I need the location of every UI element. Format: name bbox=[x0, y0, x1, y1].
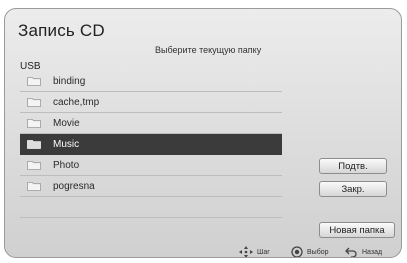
ok-button-icon bbox=[291, 246, 303, 257]
dialog-subtitle: Выберите текущую папку bbox=[155, 45, 262, 55]
folder-item-photo[interactable]: Photo bbox=[20, 155, 282, 176]
folder-label: binding bbox=[53, 75, 86, 87]
screen: Запись CD Выберите текущую папку USB bin… bbox=[0, 0, 407, 263]
folder-list: binding cache,tmp Movie Music Photo pogr… bbox=[20, 71, 282, 218]
confirm-button[interactable]: Подтв. bbox=[319, 158, 387, 174]
folder-label: pogresna bbox=[53, 180, 95, 192]
new-folder-button[interactable]: Новая папка bbox=[319, 222, 395, 238]
footer-step: Шаг bbox=[239, 245, 270, 257]
folder-icon bbox=[27, 118, 41, 128]
footer-back: Назад bbox=[345, 245, 383, 257]
folder-icon bbox=[27, 160, 41, 170]
folder-label: cache,tmp bbox=[53, 96, 100, 108]
folder-icon bbox=[27, 76, 41, 86]
folder-icon bbox=[27, 181, 41, 191]
folder-label: Music bbox=[53, 138, 80, 150]
folder-label: Movie bbox=[53, 117, 80, 129]
list-divider bbox=[20, 197, 282, 218]
folder-label: Photo bbox=[53, 159, 80, 171]
cd-write-dialog: Запись CD Выберите текущую папку USB bin… bbox=[4, 8, 402, 258]
folder-item-cache-tmp[interactable]: cache,tmp bbox=[20, 92, 282, 113]
footer-step-label: Шаг bbox=[257, 248, 270, 256]
folder-item-binding[interactable]: binding bbox=[20, 71, 282, 92]
folder-item-movie[interactable]: Movie bbox=[20, 113, 282, 134]
footer-select-label: Выбор bbox=[307, 248, 329, 256]
close-button[interactable]: Закр. bbox=[319, 181, 387, 197]
dpad-arrows-icon bbox=[239, 246, 253, 257]
footer-back-label: Назад bbox=[362, 248, 383, 256]
dialog-title: Запись CD bbox=[18, 21, 105, 40]
folder-item-music[interactable]: Music bbox=[20, 134, 282, 155]
folder-item-pogresna[interactable]: pogresna bbox=[20, 176, 282, 197]
folder-icon bbox=[27, 139, 41, 149]
footer-select: Выбор bbox=[291, 245, 329, 257]
back-arrow-icon bbox=[345, 247, 358, 257]
folder-icon bbox=[27, 97, 41, 107]
